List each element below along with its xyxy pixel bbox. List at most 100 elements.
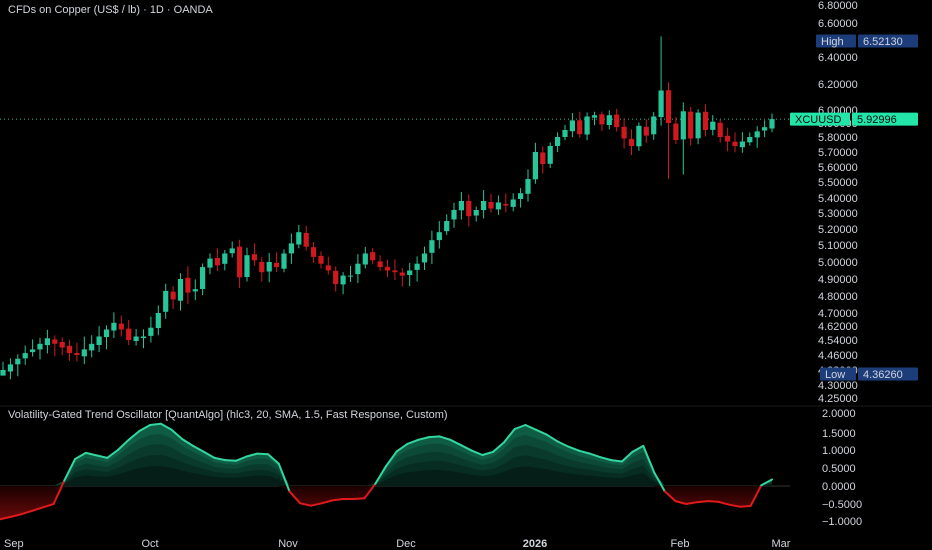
candle-body <box>155 313 161 328</box>
candle-body <box>377 261 383 268</box>
oscillator-line-segment <box>256 452 270 456</box>
candle-body <box>525 179 531 194</box>
price-axis-tick: 4.62000 <box>818 321 858 333</box>
candle-body <box>288 243 294 254</box>
low-badge-label: Low <box>825 369 845 381</box>
candle-body <box>614 114 620 128</box>
candle-body <box>111 322 117 331</box>
candle-body <box>281 253 287 269</box>
candle-body <box>237 246 243 278</box>
candle-body <box>429 240 435 253</box>
date-axis-label: Nov <box>278 538 298 550</box>
candle-body <box>214 258 220 266</box>
candle-body <box>303 232 309 247</box>
oscillator-axis-tick: 2.0000 <box>822 408 856 420</box>
candle-body <box>569 120 575 132</box>
candle-body <box>488 202 494 209</box>
candle-body <box>22 353 28 359</box>
oscillator-line-segment <box>149 422 162 426</box>
candle-body <box>148 327 154 336</box>
candle-body <box>133 336 139 341</box>
candle-body <box>584 116 590 135</box>
candle-body <box>222 253 228 264</box>
price-axis-tick: 6.80000 <box>818 0 858 12</box>
candle-body <box>407 270 413 275</box>
candle-body <box>7 364 13 372</box>
candle-body <box>340 275 346 285</box>
candle-body <box>725 135 731 142</box>
oscillator-axis-tick: 1.5000 <box>822 428 856 440</box>
oscillator-axis-tick: −0.5000 <box>822 499 862 511</box>
candle-body <box>591 115 598 118</box>
candle-body <box>81 349 87 357</box>
candle-body <box>229 248 235 254</box>
candle-body <box>163 290 169 312</box>
candle-body <box>118 323 124 330</box>
candle-body <box>89 343 95 351</box>
oscillator-line-segment <box>695 500 709 504</box>
candle-body <box>481 201 487 211</box>
candle-body <box>362 253 368 265</box>
candle-body <box>207 258 213 268</box>
price-axis-tick: 4.70000 <box>818 308 858 320</box>
candle-body <box>185 277 191 293</box>
date-axis-label: Oct <box>141 538 158 550</box>
price-axis-tick: 4.54000 <box>818 335 858 347</box>
candle-body <box>325 265 331 271</box>
date-axis-label: 2026 <box>523 538 547 550</box>
candle-body <box>436 232 442 241</box>
candle-body <box>458 201 464 211</box>
candle-body <box>540 152 546 164</box>
candle-body <box>347 275 354 277</box>
price-axis[interactable]: 6.800006.600006.400006.200006.000005.900… <box>818 0 858 405</box>
high-badge: High 6.52130 <box>816 34 918 48</box>
candle-body <box>103 329 110 337</box>
price-axis-tick: 5.20000 <box>818 224 858 236</box>
high-badge-value: 6.52130 <box>863 36 903 48</box>
candle-body <box>599 114 605 125</box>
candle-body <box>74 352 80 355</box>
candle-body <box>658 90 664 117</box>
candle-body <box>333 270 339 285</box>
candle-body <box>739 141 745 148</box>
candle-body <box>37 343 43 350</box>
candle-body <box>518 193 524 199</box>
candle-body <box>643 126 649 136</box>
price-axis-tick: 6.60000 <box>818 18 858 30</box>
candle-body <box>30 349 36 353</box>
ticker-badge-label: XCUUSD <box>795 114 842 126</box>
price-axis-tick: 6.40000 <box>818 52 858 64</box>
candle-body <box>636 125 642 147</box>
oscillator-title: Volatility-Gated Trend Oscillator [Quant… <box>8 409 448 421</box>
candle-body <box>66 345 73 354</box>
oscillator-axis-tick: 0.5000 <box>822 463 856 475</box>
candle-body <box>665 90 672 123</box>
date-axis-label: Mar <box>772 538 791 550</box>
candle-body <box>510 199 516 207</box>
candle-body <box>717 122 723 137</box>
candle-body <box>606 115 612 125</box>
chart-canvas[interactable]: 6.800006.600006.400006.200006.000005.900… <box>0 0 932 550</box>
oscillator-line-segment <box>427 435 441 439</box>
candle-body <box>688 111 694 139</box>
candle-body <box>680 111 686 140</box>
price-axis-tick: 5.40000 <box>818 193 858 205</box>
candle-body <box>532 152 538 180</box>
candle-body <box>769 119 775 129</box>
candle-body <box>710 121 716 130</box>
price-axis-tick: 4.25000 <box>818 393 858 405</box>
candle-body <box>444 221 450 232</box>
low-badge-value: 4.36260 <box>863 369 903 381</box>
candle-body <box>702 111 709 130</box>
candle-body <box>577 120 583 135</box>
price-axis-tick: 5.10000 <box>818 240 858 252</box>
oscillator-line-segment <box>352 497 366 500</box>
price-axis-tick: 5.80000 <box>818 132 858 144</box>
candle-body <box>177 279 184 301</box>
candle-body <box>392 270 398 273</box>
price-axis-tick: 4.80000 <box>818 291 858 303</box>
date-axis-label: Sep <box>4 538 24 550</box>
oscillator-line-segment <box>706 500 720 503</box>
candle-body <box>370 252 376 261</box>
oscillator-line-segment <box>610 459 623 463</box>
